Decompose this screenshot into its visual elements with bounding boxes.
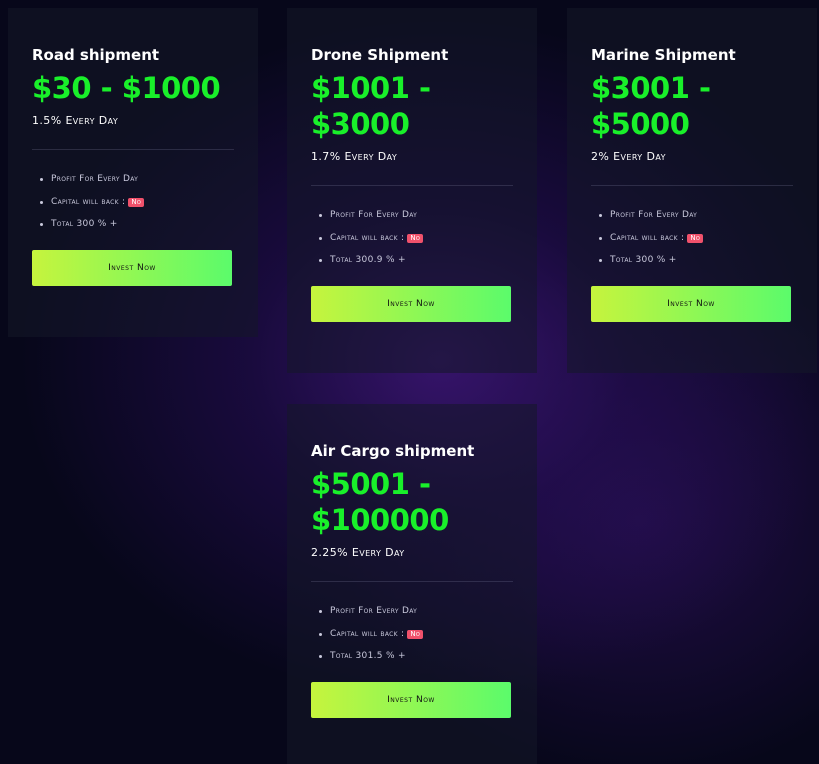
- plan-rate: 1.5% Every Day: [32, 114, 119, 127]
- plan-price: $30 - $1000: [32, 70, 234, 106]
- feature-total-text: Total 300 % +: [51, 219, 118, 229]
- invest-now-button[interactable]: Invest Now: [32, 249, 232, 286]
- feature-total-text: Total 300.9 % +: [330, 255, 406, 265]
- feature-total: Total 301.5 % +: [319, 649, 513, 672]
- invest-now-button[interactable]: Invest Now: [311, 285, 511, 322]
- plan-price-line: $5000: [591, 107, 690, 141]
- divider: [591, 185, 793, 186]
- invest-now-button[interactable]: Invest Now: [311, 681, 511, 718]
- feature-capital: Capital will back : No: [599, 231, 793, 254]
- feature-profit-text: Profit For Every Day: [330, 606, 418, 616]
- plan-title: Road shipment: [32, 46, 160, 64]
- plan-price-line: $3001 -: [591, 71, 711, 105]
- plan-rate: 1.7% Every Day: [311, 150, 398, 163]
- plan-price-line: $30 - $1000: [32, 71, 221, 105]
- divider: [311, 581, 513, 582]
- feature-capital-text: Capital will back :: [330, 232, 405, 243]
- feature-list: Profit For Every Day Capital will back :…: [32, 172, 234, 240]
- bullet-icon: [319, 214, 322, 217]
- bullet-icon: [40, 200, 43, 204]
- plan-card-road: Road shipment $30 - $1000 1.5% Every Day…: [8, 8, 258, 337]
- feature-capital: Capital will back : No: [40, 195, 234, 218]
- feature-total-text: Total 300 % +: [610, 255, 677, 265]
- plan-card-marine: Marine Shipment $3001 - $5000 2% Every D…: [567, 8, 817, 373]
- feature-total-text: Total 301.5 % +: [330, 651, 406, 661]
- bullet-icon: [599, 214, 602, 217]
- plan-price-line: $5001 -: [311, 467, 431, 501]
- capital-badge: No: [407, 629, 424, 639]
- capital-badge: No: [128, 197, 145, 207]
- bullet-icon: [40, 178, 43, 181]
- feature-profit: Profit For Every Day: [599, 208, 793, 231]
- plan-price-line: $3000: [311, 107, 410, 141]
- plan-card-air-cargo: Air Cargo shipment $5001 - $100000 2.25%…: [287, 404, 537, 764]
- feature-capital-text: Capital will back :: [330, 628, 405, 639]
- feature-capital: Capital will back : No: [319, 627, 513, 650]
- plan-price-line: $100000: [311, 503, 449, 537]
- feature-profit: Profit For Every Day: [319, 208, 513, 231]
- feature-profit: Profit For Every Day: [319, 604, 513, 627]
- plan-price: $1001 - $3000: [311, 70, 513, 142]
- divider: [32, 149, 234, 150]
- feature-profit-text: Profit For Every Day: [330, 210, 418, 220]
- bullet-icon: [40, 223, 43, 226]
- feature-total: Total 300.9 % +: [319, 253, 513, 276]
- bullet-icon: [319, 610, 322, 613]
- plan-card-drone: Drone Shipment $1001 - $3000 1.7% Every …: [287, 8, 537, 373]
- feature-profit-text: Profit For Every Day: [610, 210, 698, 220]
- bullet-icon: [599, 236, 602, 240]
- plan-price: $5001 - $100000: [311, 466, 513, 538]
- plan-title: Air Cargo shipment: [311, 442, 475, 460]
- plan-title: Drone Shipment: [311, 46, 449, 64]
- feature-profit: Profit For Every Day: [40, 172, 234, 195]
- bullet-icon: [599, 259, 602, 262]
- bullet-icon: [319, 632, 322, 636]
- feature-capital-text: Capital will back :: [610, 232, 685, 243]
- feature-total: Total 300 % +: [599, 253, 793, 276]
- plan-title: Marine Shipment: [591, 46, 736, 64]
- capital-badge: No: [407, 233, 424, 243]
- feature-list: Profit For Every Day Capital will back :…: [311, 604, 513, 672]
- invest-now-button[interactable]: Invest Now: [591, 285, 791, 322]
- feature-list: Profit For Every Day Capital will back :…: [311, 208, 513, 276]
- feature-profit-text: Profit For Every Day: [51, 174, 139, 184]
- bullet-icon: [319, 236, 322, 240]
- bullet-icon: [319, 655, 322, 658]
- feature-list: Profit For Every Day Capital will back :…: [591, 208, 793, 276]
- plan-price: $3001 - $5000: [591, 70, 793, 142]
- plan-price-line: $1001 -: [311, 71, 431, 105]
- feature-capital: Capital will back : No: [319, 231, 513, 254]
- plan-rate: 2% Every Day: [591, 150, 666, 163]
- bullet-icon: [319, 259, 322, 262]
- feature-capital-text: Capital will back :: [51, 196, 126, 207]
- divider: [311, 185, 513, 186]
- feature-total: Total 300 % +: [40, 217, 234, 240]
- capital-badge: No: [687, 233, 704, 243]
- plan-rate: 2.25% Every Day: [311, 546, 405, 559]
